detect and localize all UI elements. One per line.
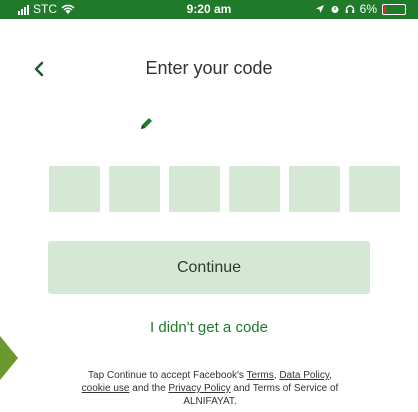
code-digit-3[interactable] (169, 166, 220, 212)
play-arrow-icon (0, 336, 18, 380)
status-right: 6% (315, 2, 406, 16)
battery-percent: 6% (359, 2, 377, 16)
headphones-icon (345, 5, 354, 13)
code-digit-6[interactable] (349, 166, 400, 212)
battery-icon (382, 3, 406, 15)
no-code-link[interactable]: I didn't get a code (0, 319, 418, 336)
code-digit-2[interactable] (109, 166, 160, 212)
data-policy-link[interactable]: Data Policy (279, 370, 329, 381)
location-icon (315, 5, 324, 13)
code-digit-5[interactable] (289, 166, 340, 212)
privacy-policy-link[interactable]: Privacy Policy (168, 383, 230, 394)
terms-text-3: , (329, 370, 332, 381)
page-title: Enter your code (145, 58, 273, 78)
alarm-icon (331, 6, 339, 13)
cookie-use-link[interactable]: cookie use (82, 383, 130, 394)
continue-button[interactable]: Continue (48, 241, 370, 294)
header: Enter your code (0, 55, 418, 85)
terms-text-1: Tap Continue to accept Facebook's (88, 370, 247, 381)
terms-text: Tap Continue to accept Facebook's Terms,… (58, 369, 362, 408)
terms-link[interactable]: Terms (247, 370, 274, 381)
pencil-icon (141, 118, 152, 129)
status-bar: STC 9:20 am 6% (0, 0, 418, 19)
code-digit-1[interactable] (49, 166, 100, 212)
terms-text-4: and the (129, 383, 169, 394)
code-input-row (49, 166, 400, 212)
code-digit-4[interactable] (229, 166, 280, 212)
